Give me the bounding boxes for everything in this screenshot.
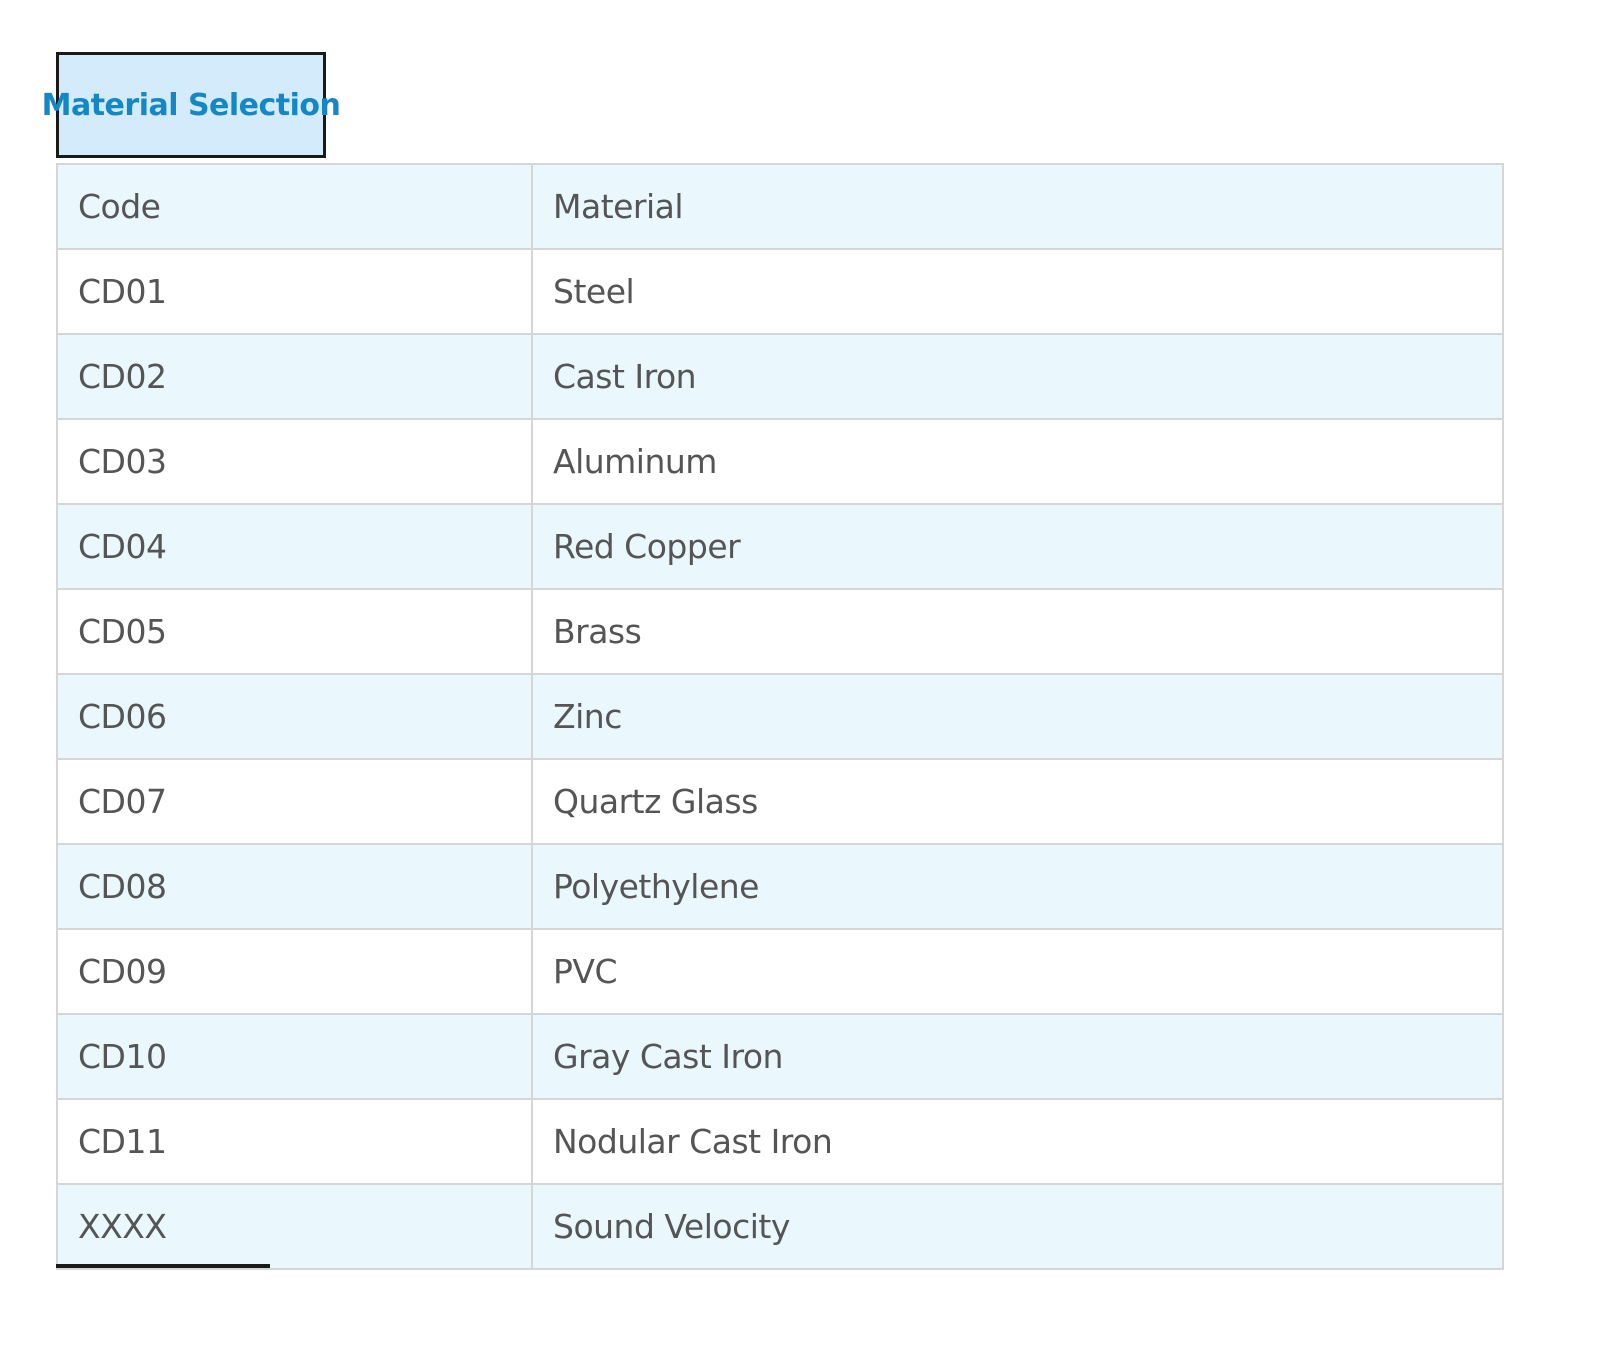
- table-row[interactable]: CD01 Steel: [56, 248, 1504, 335]
- material-cell: Quartz Glass: [531, 758, 1504, 845]
- material-table: Code Material CD01 Steel CD02 Cast Iron …: [56, 163, 1504, 1270]
- code-cell: CD03: [56, 418, 533, 505]
- table-row[interactable]: CD04 Red Copper: [56, 503, 1504, 590]
- bottom-divider: [56, 1264, 270, 1268]
- material-cell: Aluminum: [531, 418, 1504, 505]
- code-cell: CD10: [56, 1013, 533, 1100]
- table-row[interactable]: CD02 Cast Iron: [56, 333, 1504, 420]
- code-cell: CD04: [56, 503, 533, 590]
- table-row[interactable]: XXXX Sound Velocity: [56, 1183, 1504, 1270]
- table-row[interactable]: CD10 Gray Cast Iron: [56, 1013, 1504, 1100]
- tab-material-selection[interactable]: Material Selection: [42, 52, 341, 158]
- table-header-row: Code Material: [56, 163, 1504, 250]
- table-row[interactable]: CD03 Aluminum: [56, 418, 1504, 505]
- material-cell: Brass: [531, 588, 1504, 675]
- code-cell: CD02: [56, 333, 533, 420]
- material-cell: Red Copper: [531, 503, 1504, 590]
- header-code: Code: [56, 163, 533, 250]
- material-cell: Cast Iron: [531, 333, 1504, 420]
- material-cell: Sound Velocity: [531, 1183, 1504, 1270]
- code-cell: CD06: [56, 673, 533, 760]
- header-material: Material: [531, 163, 1504, 250]
- material-cell: Polyethylene: [531, 843, 1504, 930]
- material-cell: Zinc: [531, 673, 1504, 760]
- table-row[interactable]: CD11 Nodular Cast Iron: [56, 1098, 1504, 1185]
- table-row[interactable]: CD07 Quartz Glass: [56, 758, 1504, 845]
- material-cell: Gray Cast Iron: [531, 1013, 1504, 1100]
- code-cell: CD01: [56, 248, 533, 335]
- table-row[interactable]: CD06 Zinc: [56, 673, 1504, 760]
- table-row[interactable]: CD09 PVC: [56, 928, 1504, 1015]
- code-cell: XXXX: [56, 1183, 533, 1270]
- table-row[interactable]: CD08 Polyethylene: [56, 843, 1504, 930]
- tab-material-selection-label: Material Selection: [41, 87, 341, 123]
- code-cell: CD11: [56, 1098, 533, 1185]
- code-cell: CD07: [56, 758, 533, 845]
- code-cell: CD09: [56, 928, 533, 1015]
- code-cell: CD05: [56, 588, 533, 675]
- code-cell: CD08: [56, 843, 533, 930]
- table-row[interactable]: CD05 Brass: [56, 588, 1504, 675]
- material-cell: Steel: [531, 248, 1504, 335]
- material-cell: PVC: [531, 928, 1504, 1015]
- material-cell: Nodular Cast Iron: [531, 1098, 1504, 1185]
